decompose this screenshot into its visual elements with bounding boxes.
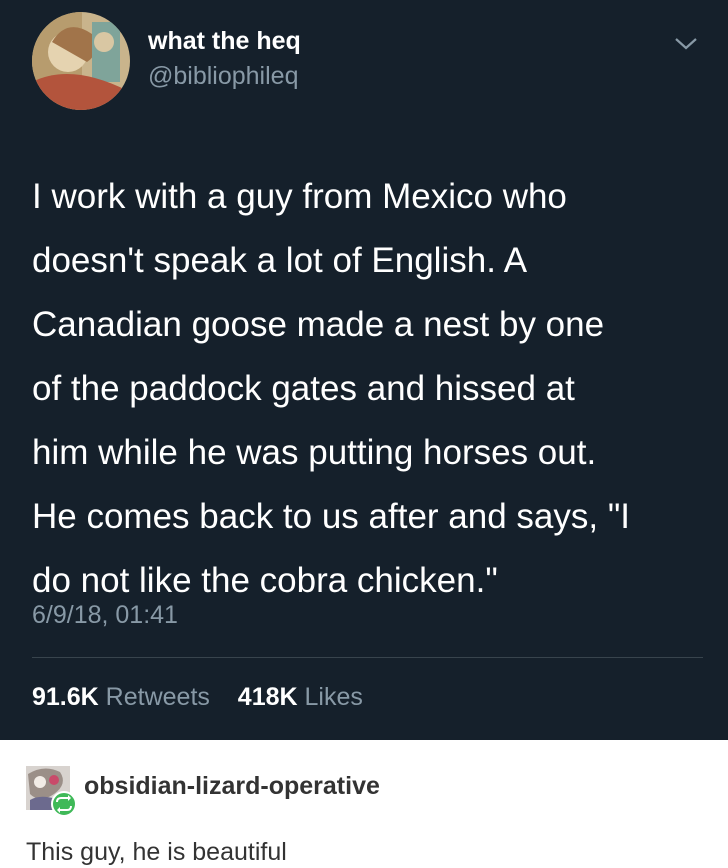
retweets-count: 91.6K xyxy=(32,683,99,711)
likes-label: Likes xyxy=(304,683,363,711)
reblog-avatar[interactable] xyxy=(24,764,78,818)
likes-stat[interactable]: 418K Likes xyxy=(238,683,363,711)
chevron-down-icon[interactable] xyxy=(672,34,700,54)
tweet-text-line: doesn't speak a lot of English. A xyxy=(32,241,528,280)
author-handle[interactable]: @bibliophileq xyxy=(148,62,298,91)
tweet-stats: 91.6K Retweets 418K Likes xyxy=(32,683,363,712)
profile-avatar-image xyxy=(32,12,130,110)
reblog-avatar-image xyxy=(26,766,77,817)
tweet-card: what the heq @bibliophileq I work with a… xyxy=(0,0,728,740)
tweet-text-line: Canadian goose made a nest by one xyxy=(32,305,605,344)
tweet-text-line: He comes back to us after and says, "I xyxy=(32,497,630,536)
author-avatar[interactable] xyxy=(32,12,130,110)
reblog-icon xyxy=(51,791,77,817)
tweet-text-line: of the paddock gates and hissed at xyxy=(32,369,575,408)
retweets-stat[interactable]: 91.6K Retweets xyxy=(32,683,210,711)
retweets-label: Retweets xyxy=(105,683,210,711)
likes-count: 418K xyxy=(237,683,298,711)
tweet-text-line: him while he was putting horses out. xyxy=(32,433,597,472)
reblog-comment: This guy, he is beautiful xyxy=(26,838,287,866)
tweet-timestamp[interactable]: 6/9/18, 01:41 xyxy=(32,601,178,630)
tweet-text-line: I work with a guy from Mexico who xyxy=(32,177,567,216)
reblog-username[interactable]: obsidian-lizard-operative xyxy=(84,772,380,801)
tweet-text: I work with a guy from Mexico who doesn'… xyxy=(32,165,702,613)
author-name[interactable]: what the heq xyxy=(148,27,301,56)
divider xyxy=(32,657,703,658)
